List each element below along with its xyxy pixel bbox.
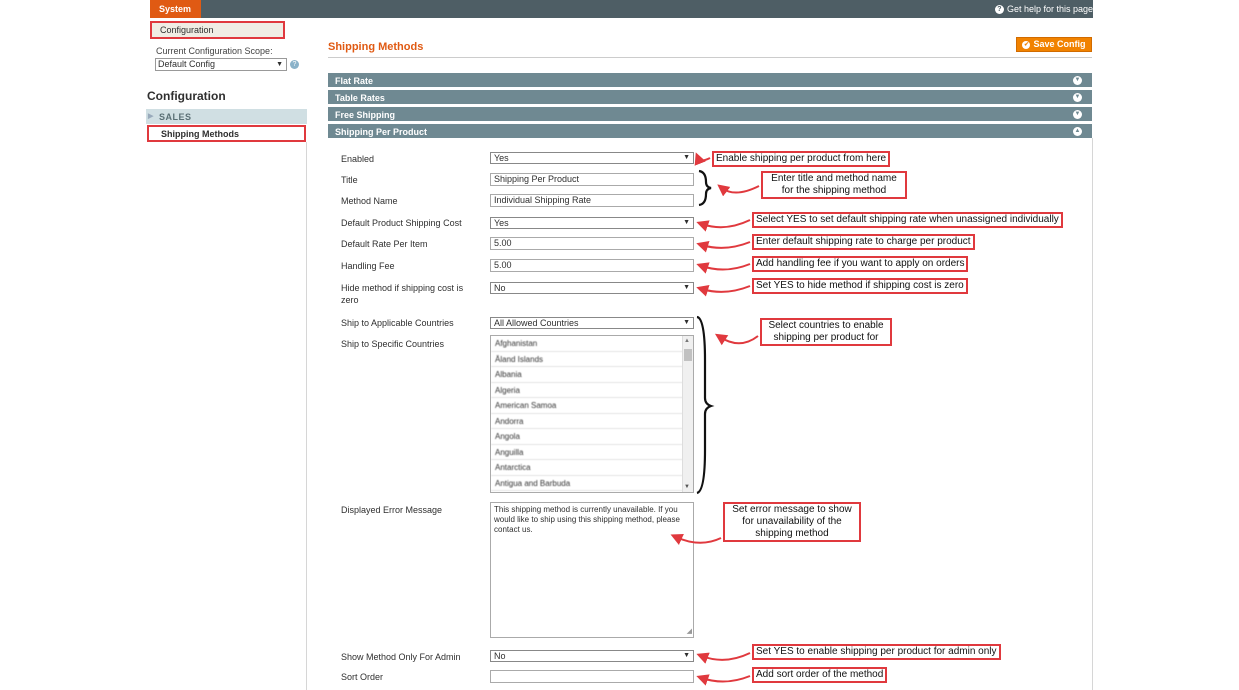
arrow — [714, 333, 759, 346]
bracket — [698, 169, 712, 207]
arrow — [696, 241, 751, 253]
annotation-arrows — [670, 152, 760, 686]
arrow — [696, 285, 751, 297]
arrow — [670, 534, 722, 545]
arrow — [717, 184, 760, 197]
bracket — [696, 315, 715, 495]
arrow — [696, 674, 751, 686]
arrow — [696, 219, 751, 232]
arrow — [694, 152, 711, 166]
arrow — [696, 652, 751, 664]
arrow — [696, 262, 751, 274]
